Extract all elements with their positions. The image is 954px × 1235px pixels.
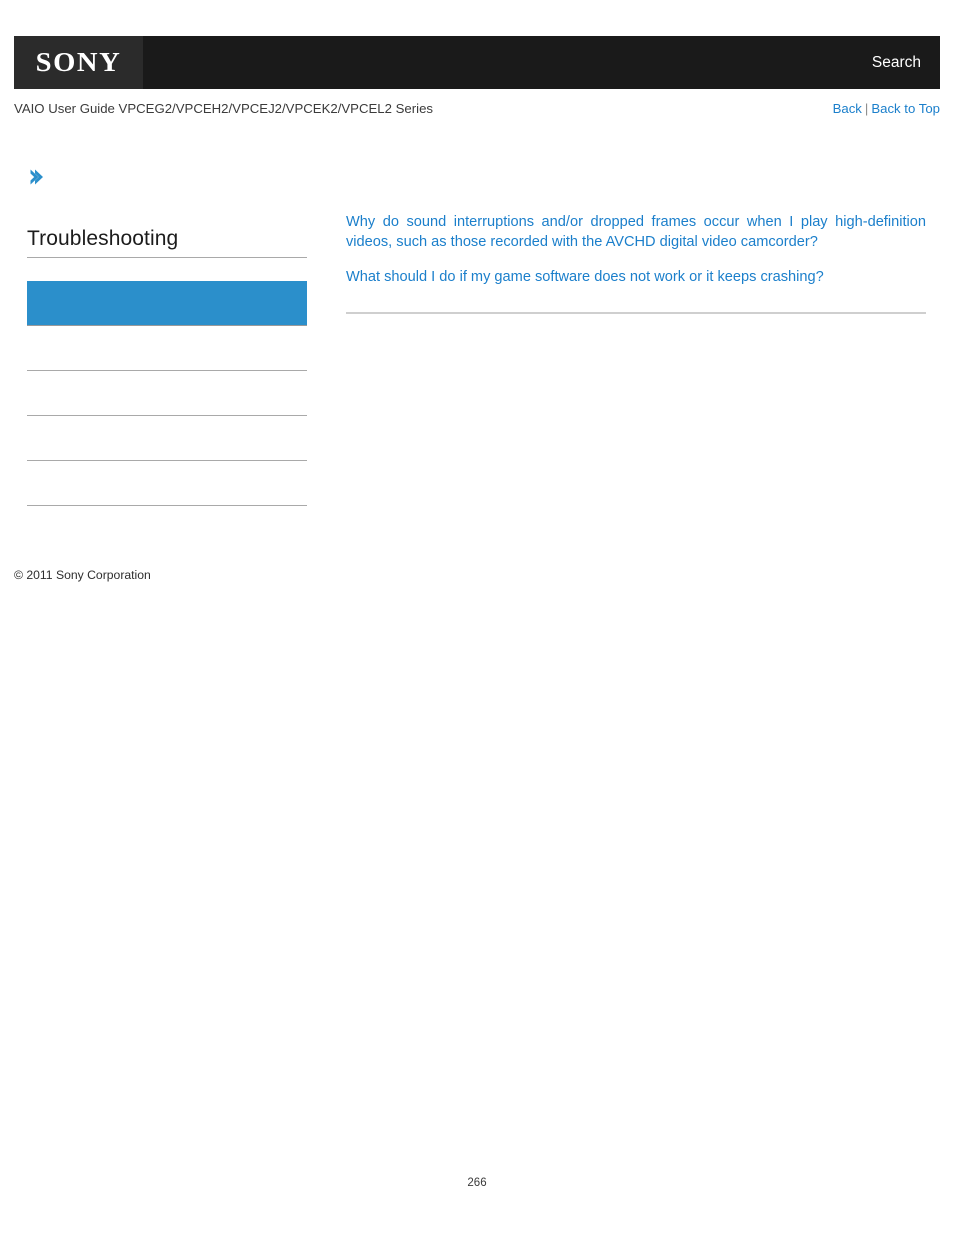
subheader: VAIO User Guide VPCEG2/VPCEH2/VPCEJ2/VPC… — [14, 101, 940, 116]
sidebar-section-title: Troubleshooting — [27, 227, 307, 258]
sony-logo[interactable]: SONY — [14, 36, 143, 89]
faq-link-0[interactable]: Why do sound interruptions and/or droppe… — [346, 212, 926, 252]
sidebar-item-1[interactable] — [27, 326, 307, 371]
nav-separator: | — [864, 101, 869, 116]
copyright-notice: © 2011 Sony Corporation — [14, 568, 151, 582]
sidebar: Troubleshooting © 2011 Sony Corporation — [14, 168, 307, 582]
back-link[interactable]: Back — [833, 101, 862, 116]
sidebar-nav-list — [27, 281, 307, 506]
sony-logo-text: SONY — [35, 47, 122, 77]
sidebar-item-4[interactable] — [27, 461, 307, 506]
sidebar-item-0[interactable] — [27, 281, 307, 326]
header-nav-links: Back | Back to Top — [833, 101, 940, 116]
sidebar-item-3[interactable] — [27, 416, 307, 461]
main-content: Why do sound interruptions and/or droppe… — [346, 212, 926, 322]
faq-link-1[interactable]: What should I do if my game software doe… — [346, 267, 926, 287]
chevron-right-icon — [27, 168, 307, 186]
site-header: SONY Search — [14, 36, 940, 89]
content-divider — [346, 311, 926, 314]
sidebar-item-2[interactable] — [27, 371, 307, 416]
back-to-top-link[interactable]: Back to Top — [871, 101, 940, 116]
page-title: VAIO User Guide VPCEG2/VPCEH2/VPCEJ2/VPC… — [14, 101, 433, 116]
search-button[interactable]: Search — [872, 54, 921, 72]
page-number: 266 — [467, 1177, 487, 1189]
